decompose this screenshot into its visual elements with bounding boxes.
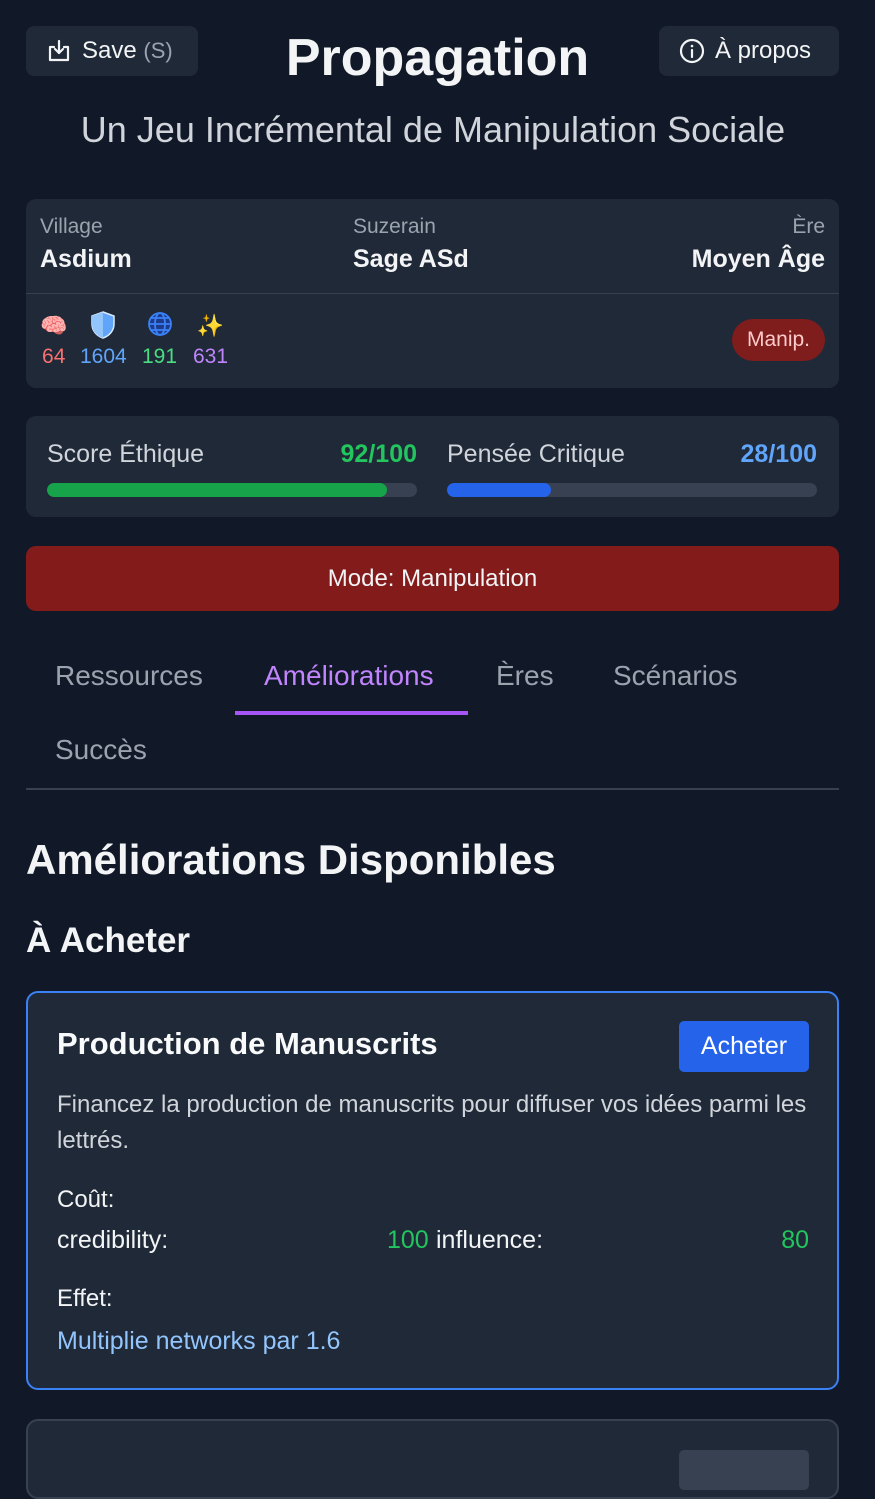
ethics-progress-fill: [47, 483, 388, 497]
tab-succes[interactable]: Succès: [55, 734, 147, 766]
upgrade-title: Production de Manuscrits: [57, 1026, 438, 1061]
info-icon: [679, 38, 705, 64]
tab-scenarios[interactable]: Scénarios: [613, 660, 738, 692]
mode-toggle-button[interactable]: Mode: Manipulation: [26, 546, 839, 611]
ethics-label: Score Éthique: [47, 440, 205, 468]
suzerain-value: Sage ASd: [353, 245, 469, 273]
ethics-progress-bar: [47, 483, 417, 497]
section-subtitle: À Acheter: [26, 921, 191, 960]
suzerain-label: Suzerain: [353, 215, 436, 238]
cost-credibility-amount: 100: [387, 1226, 429, 1254]
about-button[interactable]: À propos: [659, 26, 839, 76]
resource-globe-value: 191: [142, 345, 178, 368]
critical-progress-bar: [447, 483, 817, 497]
village-info-card: Village Asdium Suzerain Sage ASd Ère Moy…: [26, 199, 839, 388]
cost-influence-name: influence:: [436, 1226, 544, 1254]
cost-credibility-name: credibility:: [57, 1226, 169, 1254]
cost-influence-amount: 80: [781, 1226, 809, 1254]
section-title: Améliorations Disponibles: [26, 836, 556, 883]
effect-text: Multiplie networks par 1.6: [57, 1327, 341, 1355]
buy-button[interactable]: Acheter: [679, 1021, 809, 1072]
effect-label: Effet:: [57, 1285, 113, 1312]
ethics-score: Score Éthique 92/100: [47, 440, 417, 497]
village-info-row: Village Asdium Suzerain Sage ASd Ère Moy…: [26, 199, 839, 294]
buy-button-next[interactable]: [679, 1450, 809, 1490]
active-tab-indicator: [235, 711, 468, 715]
resource-sparkles-value: 631: [193, 345, 229, 368]
era-value: Moyen Âge: [691, 245, 825, 273]
critical-value: 28/100: [740, 440, 817, 468]
resource-brain: 🧠 64: [40, 311, 67, 369]
village-value: Asdium: [40, 245, 132, 273]
sparkles-icon: ✨: [196, 313, 225, 338]
resource-brain-value: 64: [42, 345, 66, 368]
cost-label: Coût:: [57, 1186, 115, 1213]
upgrade-description: Financez la production de manuscrits pou…: [57, 1091, 807, 1154]
resource-shield: 1604: [80, 311, 127, 369]
ethics-value: 92/100: [340, 440, 417, 468]
tab-ameliorations[interactable]: Améliorations: [264, 660, 434, 692]
resource-sparkles: ✨ 631: [193, 311, 228, 369]
resource-shield-value: 1604: [80, 345, 127, 368]
critical-progress-fill: [447, 483, 551, 497]
tab-ressources[interactable]: Ressources: [55, 660, 203, 692]
critical-label: Pensée Critique: [447, 440, 625, 468]
globe-icon: [142, 311, 177, 341]
shield-icon: [80, 311, 127, 341]
upgrade-card: Production de Manuscrits Acheter Finance…: [26, 991, 839, 1390]
scores-card: Score Éthique 92/100 Pensée Critique 28/…: [26, 416, 839, 517]
brain-icon: 🧠: [40, 313, 68, 338]
era-label: Ère: [792, 215, 825, 238]
upgrade-card-next: [26, 1419, 839, 1499]
page-subtitle: Un Jeu Incrémental de Manipulation Socia…: [80, 109, 786, 150]
critical-score: Pensée Critique 28/100: [447, 440, 817, 497]
tab-bar: Ressources Améliorations Ères Scénarios …: [26, 640, 839, 790]
resource-globe: 191: [142, 311, 177, 369]
mode-badge: Manip.: [731, 319, 825, 361]
tab-eres[interactable]: Ères: [496, 660, 554, 692]
about-label: À propos: [715, 37, 812, 64]
village-label: Village: [40, 215, 103, 238]
